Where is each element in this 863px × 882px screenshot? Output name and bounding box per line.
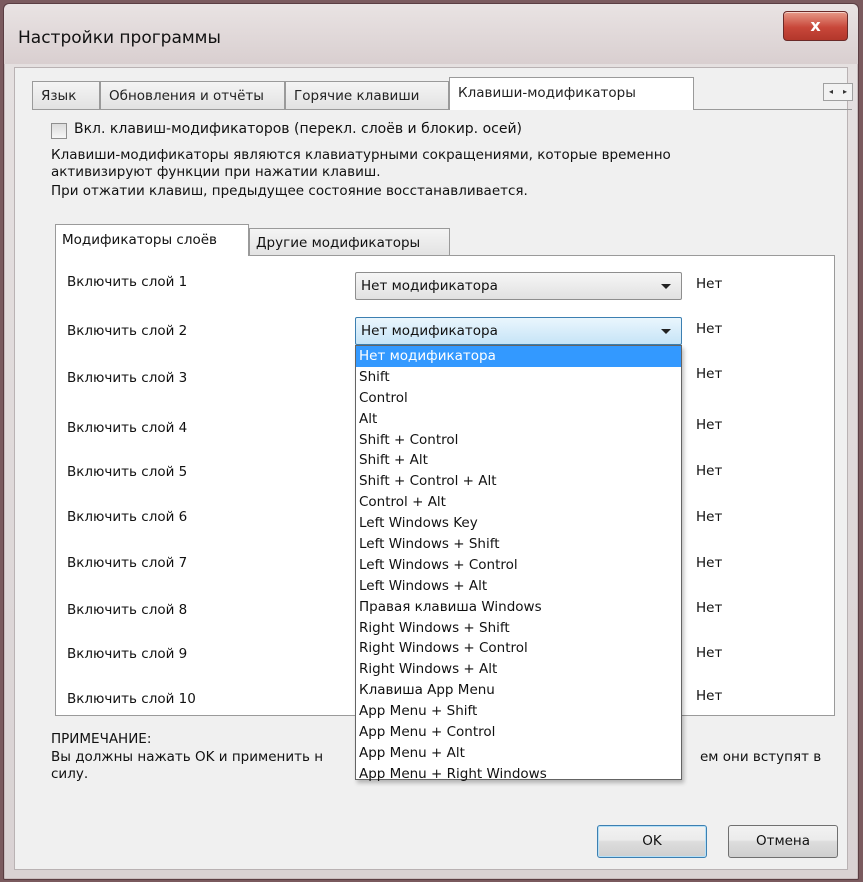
layer-3-label: Включить слой 3 <box>67 370 188 386</box>
dropdown-option[interactable]: Control <box>356 388 681 409</box>
layer-2-combobox[interactable]: Нет модификатора <box>355 317 682 345</box>
tab-scroll-left-icon[interactable]: ◂ <box>829 84 833 100</box>
dropdown-option[interactable]: Alt <box>356 409 681 430</box>
title-bar[interactable]: Настройки программы x <box>4 4 858 64</box>
layer-10-label: Включить слой 10 <box>67 691 196 707</box>
layer-6-label: Включить слой 6 <box>67 509 188 525</box>
dropdown-option[interactable]: App Menu + Alt <box>356 743 681 764</box>
dropdown-option[interactable]: Right Windows + Alt <box>356 659 681 680</box>
layer-1-state: Нет <box>696 276 723 292</box>
combobox-value: Нет модификатора <box>361 323 498 339</box>
window-title: Настройки программы <box>18 28 221 48</box>
description-line-1: Клавиши-модификаторы являются клавиатурн… <box>51 147 671 163</box>
close-icon: x <box>810 16 821 35</box>
subtab-label: Другие модификаторы <box>256 235 421 251</box>
enable-modifiers-label[interactable]: Вкл. клавиш-модификаторов (перекл. слоёв… <box>74 121 522 137</box>
tab-scroll-buttons[interactable]: ◂ ▸ <box>823 83 853 101</box>
layer-9-state: Нет <box>696 645 723 661</box>
tab-language[interactable]: Язык <box>32 81 100 109</box>
dropdown-option[interactable]: Left Windows + Control <box>356 555 681 576</box>
dropdown-option[interactable]: Shift + Alt <box>356 450 681 471</box>
dropdown-option[interactable]: Control + Alt <box>356 492 681 513</box>
layer-3-state: Нет <box>696 366 723 382</box>
chevron-down-icon <box>661 284 671 289</box>
dropdown-option[interactable]: Shift <box>356 367 681 388</box>
tab-label: Клавиши-модификаторы <box>458 85 636 101</box>
description-line-3: При отжатии клавиш, предыдущее состояние… <box>51 183 528 199</box>
tab-divider <box>32 109 852 110</box>
layer-1-label: Включить слой 1 <box>67 274 188 290</box>
layer-5-state: Нет <box>696 463 723 479</box>
description-line-2: активизируют функции при нажатии клавиш. <box>51 164 381 180</box>
tab-scroll-right-icon[interactable]: ▸ <box>843 84 847 100</box>
ok-button[interactable]: OK <box>597 825 707 858</box>
subtab-layer-modifiers[interactable]: Модификаторы слоёв <box>55 224 249 256</box>
dropdown-option[interactable]: Left Windows Key <box>356 513 681 534</box>
tab-label: Горячие клавиши <box>294 88 420 104</box>
layer-7-label: Включить слой 7 <box>67 555 188 571</box>
tab-label: Обновления и отчёты <box>109 88 264 104</box>
dropdown-option[interactable]: App Menu + Shift <box>356 701 681 722</box>
cancel-button[interactable]: Отмена <box>728 825 838 858</box>
note-text-start: Вы должны нажать OK и применить н <box>51 749 324 765</box>
tab-hotkeys[interactable]: Горячие клавиши <box>285 81 449 109</box>
note-text-end: силу. <box>51 766 89 782</box>
dropdown-option[interactable]: App Menu + Right Windows <box>356 764 681 785</box>
subtab-label: Модификаторы слоёв <box>62 232 217 248</box>
layer-4-label: Включить слой 4 <box>67 420 188 436</box>
layer-2-state: Нет <box>696 321 723 337</box>
chevron-down-icon <box>661 329 671 334</box>
enable-modifiers-checkbox[interactable] <box>51 123 67 139</box>
modifier-dropdown-list[interactable]: Нет модификатора Shift Control Alt Shift… <box>355 345 682 782</box>
note-text: Вы должны нажать OK и применить н силу. <box>51 749 371 783</box>
layer-4-state: Нет <box>696 417 723 433</box>
note-text-tail: ем они вступят в <box>700 749 822 765</box>
tab-modifier-keys[interactable]: Клавиши-модификаторы <box>449 77 694 110</box>
settings-window: Настройки программы x Язык Обновления и … <box>3 3 859 880</box>
layer-2-label: Включить слой 2 <box>67 323 188 339</box>
dropdown-option[interactable]: Right Windows + Shift <box>356 618 681 639</box>
layer-6-state: Нет <box>696 509 723 525</box>
dropdown-option[interactable]: Right Windows + Control <box>356 638 681 659</box>
note-title: ПРИМЕЧАНИЕ: <box>51 731 152 747</box>
dialog-client-area: Язык Обновления и отчёты Горячие клавиши… <box>14 67 853 870</box>
dropdown-option[interactable]: Клавиша App Menu <box>356 680 681 701</box>
tab-updates-reports[interactable]: Обновления и отчёты <box>100 81 285 109</box>
dropdown-option[interactable]: Shift + Control + Alt <box>356 471 681 492</box>
layer-1-combobox[interactable]: Нет модификатора <box>355 272 682 300</box>
tab-label: Язык <box>41 88 77 104</box>
dropdown-option[interactable]: Left Windows + Shift <box>356 534 681 555</box>
dropdown-option[interactable]: Left Windows + Alt <box>356 576 681 597</box>
dropdown-option[interactable]: Правая клавиша Windows <box>356 597 681 618</box>
layer-9-label: Включить слой 9 <box>67 646 188 662</box>
subtab-other-modifiers[interactable]: Другие модификаторы <box>249 228 450 256</box>
layer-5-label: Включить слой 5 <box>67 464 188 480</box>
layer-8-state: Нет <box>696 600 723 616</box>
dropdown-option[interactable]: Нет модификатора <box>356 346 681 367</box>
close-button[interactable]: x <box>783 11 848 41</box>
dropdown-option[interactable]: App Menu + Control <box>356 722 681 743</box>
layer-7-state: Нет <box>696 555 723 571</box>
layer-10-state: Нет <box>696 688 723 704</box>
layer-8-label: Включить слой 8 <box>67 602 188 618</box>
dropdown-option[interactable]: Shift + Control <box>356 430 681 451</box>
combobox-value: Нет модификатора <box>361 278 498 294</box>
